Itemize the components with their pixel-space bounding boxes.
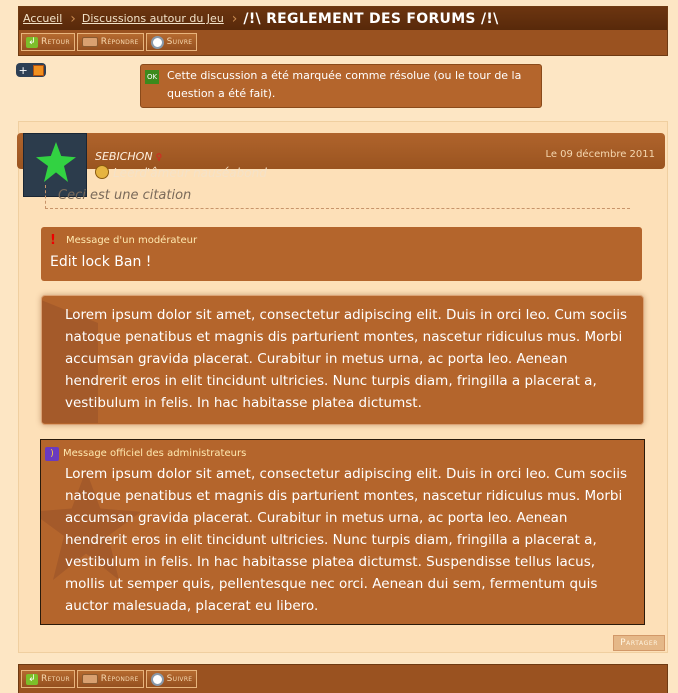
reply-icon <box>81 37 98 47</box>
exclamation-icon: ! <box>50 233 56 248</box>
reply-icon <box>81 674 98 684</box>
text-block-content: Lorem ipsum dolor sit amet, consectetur … <box>65 307 627 411</box>
follow-button[interactable]: Suivre <box>145 33 198 51</box>
quote-block: Ceci est une citation <box>45 185 630 209</box>
back-button[interactable]: ↲ Retour <box>21 33 75 51</box>
add-item-button[interactable]: + <box>16 63 46 77</box>
text-block: Lorem ipsum dolor sit amet, consectetur … <box>41 295 644 425</box>
magnifier-icon <box>150 35 164 49</box>
reply-label: Répondre <box>100 37 139 47</box>
breadcrumb-separator-icon: › <box>231 10 238 27</box>
back-arrow-icon: ↲ <box>26 673 38 685</box>
follow-label: Suivre <box>166 37 193 47</box>
admin-label: Message officiel des administrateurs <box>63 448 247 459</box>
reply-button[interactable]: Répondre <box>76 33 144 51</box>
forum-post: SEBICHON ♀ Leerd'âmeur nauséabond Le 09 d… <box>17 121 668 653</box>
share-button[interactable]: Partager <box>613 635 665 651</box>
breadcrumb-separator-icon: › <box>70 10 76 27</box>
moderator-message: ! Message d'un modérateur Edit lock Ban … <box>41 227 642 281</box>
resolved-text: Cette discussion a été marquée comme rés… <box>167 69 522 100</box>
reply-label: Répondre <box>100 674 139 684</box>
admin-message: ) Message officiel des administrateurs L… <box>40 439 645 625</box>
post-date: Le 09 décembre 2011 <box>545 149 655 160</box>
thread-actions: ↲ Retour Répondre Suivre <box>21 33 198 51</box>
post-header: SEBICHON ♀ Leerd'âmeur nauséabond Le 09 d… <box>17 133 665 197</box>
reply-button[interactable]: Répondre <box>76 670 144 688</box>
user-title-text: Leerd'âmeur nauséabond <box>113 166 267 180</box>
resolved-check-icon: OK <box>145 70 159 84</box>
plus-icon: + <box>18 63 28 77</box>
back-arrow-icon: ↲ <box>26 36 38 48</box>
back-label: Retour <box>41 674 70 684</box>
resolved-notice: OK Cette discussion a été marquée comme … <box>140 64 542 108</box>
follow-button[interactable]: Suivre <box>145 670 198 688</box>
medal-icon <box>95 165 109 179</box>
follow-label: Suivre <box>166 674 193 684</box>
thread-header: Accueil › Discussions autour du Jeu › /!… <box>18 6 668 56</box>
author-name-text: SEBICHON <box>95 150 153 163</box>
breadcrumb-home-link[interactable]: Accueil <box>19 12 68 25</box>
thread-footer: ↲ Retour Répondre Suivre <box>18 664 668 693</box>
author-name[interactable]: SEBICHON ♀ <box>95 150 162 163</box>
thread-title: /!\ REGLEMENT DES FORUMS /!\ <box>243 10 499 27</box>
moderator-label: Message d'un modérateur <box>66 235 198 246</box>
admin-text: Lorem ipsum dolor sit amet, consectetur … <box>65 466 627 614</box>
user-title: Leerd'âmeur nauséabond <box>95 165 267 180</box>
moderator-text: Edit lock Ban ! <box>50 254 152 270</box>
footer-actions: ↲ Retour Répondre Suivre <box>21 670 198 688</box>
breadcrumb: Accueil › Discussions autour du Jeu › /!… <box>19 7 667 30</box>
star-icon <box>36 142 76 182</box>
cube-icon <box>32 64 44 76</box>
user-status-icon: ♀ <box>155 153 163 163</box>
breadcrumb-forum-link[interactable]: Discussions autour du Jeu <box>78 12 230 25</box>
back-button[interactable]: ↲ Retour <box>21 670 75 688</box>
rss-icon: ) <box>45 447 59 461</box>
magnifier-icon <box>150 672 164 686</box>
back-label: Retour <box>41 37 70 47</box>
